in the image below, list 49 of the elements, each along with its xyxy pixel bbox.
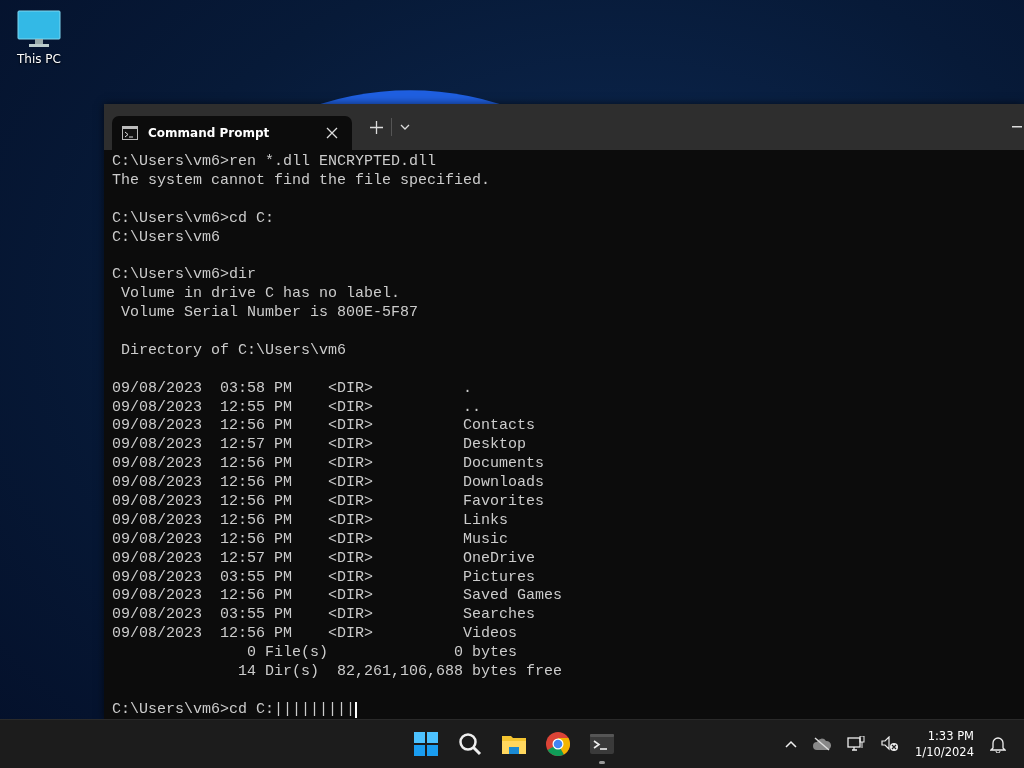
speaker-muted-icon[interactable]: [881, 736, 900, 752]
terminal-line: 09/08/2023 12:56 PM <DIR> Videos: [112, 625, 518, 645]
cloud-off-icon[interactable]: [813, 737, 832, 751]
terminal-line: 09/08/2023 12:57 PM <DIR> OneDrive: [112, 549, 536, 569]
close-icon[interactable]: [326, 127, 338, 139]
terminal-line: 09/08/2023 03:55 PM <DIR> Searches: [112, 606, 536, 626]
clock-time: 1:33 PM: [927, 728, 974, 744]
search-icon[interactable]: [458, 732, 482, 756]
terminal-line: C:\Users\vm6>dir: [112, 266, 257, 286]
plus-icon[interactable]: [370, 120, 383, 134]
minimize-icon[interactable]: [1012, 126, 1022, 128]
terminal-line: 09/08/2023 12:57 PM <DIR> Desktop: [112, 436, 527, 456]
terminal-line: 09/08/2023 03:58 PM <DIR> .: [112, 379, 473, 399]
network-icon[interactable]: [847, 736, 866, 752]
terminal-line: Directory of C:\Users\vm6: [120, 341, 347, 361]
folder-icon[interactable]: [501, 733, 527, 755]
terminal-line: The system cannot find the file specified.: [112, 171, 491, 191]
terminal-line: 09/08/2023 12:56 PM <DIR> Contacts: [112, 417, 536, 437]
terminal-tab[interactable]: Command Prompt: [112, 116, 352, 150]
chevron-up-icon[interactable]: [785, 740, 798, 748]
terminal-line: C:\Users\vm6>ren *.dll ENCRYPTED.dll: [112, 153, 437, 172]
terminal-line: 09/08/2023 03:55 PM <DIR> Pictures: [112, 568, 536, 588]
clock-date: 1/10/2024: [915, 744, 974, 760]
desktop-icon-label[interactable]: This PC: [17, 52, 61, 66]
terminal-line: 14 Dir(s) 82,261,106,688 bytes free: [237, 663, 563, 682]
terminal-line: 0 File(s) 0 bytes: [246, 644, 518, 664]
text-cursor: [355, 702, 358, 719]
tab-title: Command Prompt: [148, 126, 271, 140]
terminal-icon[interactable]: [590, 734, 614, 754]
monitor-icon[interactable]: [17, 10, 61, 48]
browser-icon[interactable]: [546, 732, 570, 756]
terminal-line: C:\Users\vm6>cd C:: [112, 209, 275, 229]
terminal-line: 09/08/2023 12:56 PM <DIR> Saved Games: [112, 587, 563, 607]
chevron-down-icon[interactable]: [400, 124, 410, 130]
terminal-line: C:\Users\vm6: [112, 228, 221, 248]
terminal-line: 09/08/2023 12:56 PM <DIR> Documents: [112, 455, 545, 475]
start-icon[interactable]: [414, 732, 438, 756]
terminal-line: 09/08/2023 12:56 PM <DIR> Links: [112, 511, 509, 531]
terminal-line: Volume Serial Number is 800E-5F87: [120, 304, 419, 324]
clock[interactable]: 1:33 PM 1/10/2024: [915, 728, 974, 760]
terminal-line: 09/08/2023 12:56 PM <DIR> Favorites: [112, 493, 545, 512]
terminal-line: C:\Users\vm6>cd C:|||||||||: [112, 700, 356, 720]
terminal-line: 09/08/2023 12:56 PM <DIR> Downloads: [112, 474, 545, 494]
bell-icon[interactable]: [990, 735, 1006, 753]
terminal-line: 09/08/2023 12:56 PM <DIR> Music: [112, 530, 509, 550]
command-prompt-icon: [122, 126, 138, 140]
terminal-line: Volume in drive C has no label.: [120, 285, 401, 305]
terminal-line: 09/08/2023 12:55 PM <DIR> ..: [112, 398, 482, 418]
running-indicator: [599, 761, 605, 764]
